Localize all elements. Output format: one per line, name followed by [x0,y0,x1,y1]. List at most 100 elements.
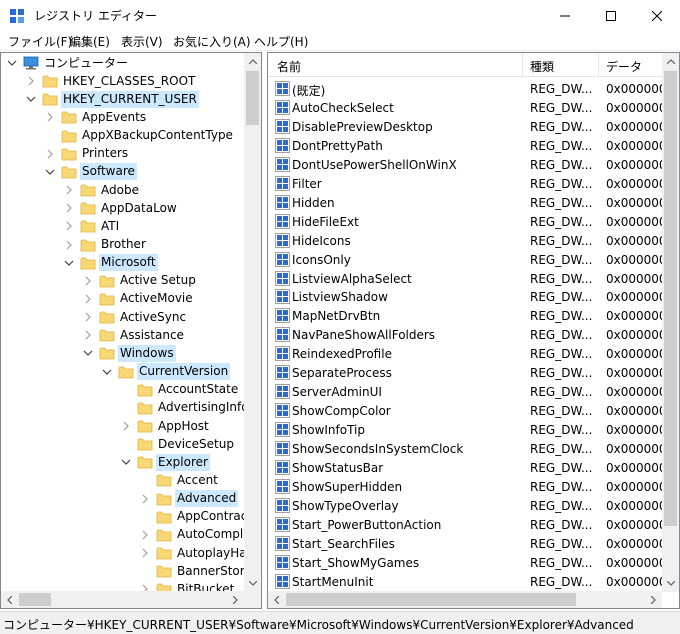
list-scroll-right-button[interactable] [645,591,662,608]
chevron-right-icon[interactable] [83,294,93,304]
tree-scroll-down-button[interactable] [244,575,261,592]
column-header-type[interactable]: 種類 [530,58,554,75]
value-row[interactable]: ServerAdminUI REG_DW... 0x0000000 [268,383,663,402]
value-row[interactable]: ShowStatusBar REG_DW... 0x0000000 [268,459,663,478]
minimize-button[interactable] [542,0,588,31]
chevron-down-icon[interactable] [45,167,55,177]
value-row[interactable]: DontUsePowerShellOnWinX REG_DW... 0x000000… [268,156,663,175]
value-row[interactable]: DontPrettyPath REG_DW... 0x0000000 [268,137,663,156]
list-scroll-left-button[interactable] [268,591,285,608]
tree-node[interactable]: AppContract [140,508,245,526]
tree-node[interactable]: CurrentVersion [102,363,231,381]
tree-vertical-scrollbar[interactable] [244,53,261,592]
value-row[interactable]: ShowTypeOverlay REG_DW... 0x0000000 [268,497,663,516]
value-row[interactable]: ShowCompColor REG_DW... 0x0000000 [268,402,663,421]
tree-hscroll-thumb[interactable] [19,593,51,606]
list-scroll-thumb[interactable] [664,71,677,526]
tree-node[interactable]: AppDataLow [64,199,179,217]
chevron-right-icon[interactable] [140,530,150,540]
chevron-right-icon[interactable] [83,276,93,286]
chevron-right-icon[interactable] [83,312,93,322]
tree-horizontal-scrollbar[interactable] [1,591,261,608]
tree-scroll-left-button[interactable] [1,591,18,608]
chevron-right-icon[interactable] [121,421,131,431]
column-header-name[interactable]: 名前 [277,58,301,75]
tree-node[interactable]: Adobe [64,181,141,199]
list-scroll-up-button[interactable] [662,53,679,70]
list-horizontal-scrollbar[interactable] [268,591,662,608]
value-row[interactable]: ReindexedProfile REG_DW... 0x0000000 [268,345,663,364]
tree-node[interactable]: BannerStore [140,562,245,580]
value-row[interactable]: StartMenuInit REG_DW... 0x0000000 [268,573,663,592]
tree-node[interactable]: ActiveSync [83,308,188,326]
menu-favorites[interactable]: お気に入り(A) [173,33,251,50]
tree-node[interactable]: Printers [45,145,130,163]
tree-node[interactable]: AppXBackupContentType [45,127,235,145]
value-row[interactable]: Start_ShowMyGames REG_DW... 0x0000000 [268,554,663,573]
column-header-data[interactable]: データ [606,58,642,75]
list-scroll-down-button[interactable] [662,575,679,592]
value-row[interactable]: DisablePreviewDesktop REG_DW... 0x0000000 [268,118,663,137]
value-row[interactable]: IconsOnly REG_DW... 0x0000000 [268,251,663,270]
chevron-right-icon[interactable] [64,221,74,231]
chevron-right-icon[interactable] [64,185,74,195]
value-row[interactable]: Filter REG_DW... 0x0000000 [268,175,663,194]
registry-tree-pane[interactable]: コンピューター HKEY_CLASSES_ROOT HKEY_CURRENT_USE… [0,52,262,609]
tree-node[interactable]: ATI [64,217,121,235]
tree-node[interactable]: AutoplayHar [140,544,245,562]
value-row[interactable]: MapNetDrvBtn REG_DW... 0x0000000 [268,307,663,326]
chevron-right-icon[interactable] [83,330,93,340]
maximize-button[interactable] [588,0,634,31]
value-row[interactable]: AutoCheckSelect REG_DW... 0x0000000 [268,99,663,118]
tree-node[interactable]: AppEvents [45,108,148,126]
tree-node[interactable]: AutoComple [140,526,245,544]
tree-node[interactable]: Assistance [83,326,186,344]
chevron-down-icon[interactable] [121,457,131,467]
tree-node[interactable]: Brother [64,236,148,254]
chevron-right-icon[interactable] [26,76,36,86]
registry-values-pane[interactable]: 名前 種類 データ (既定)REG_DW...0x0000000AutoChec… [267,52,680,609]
list-hscroll-thumb[interactable] [286,593,576,606]
tree-node[interactable]: Software [45,163,137,181]
value-row[interactable]: HideIcons REG_DW... 0x0000000 [268,232,663,251]
column-divider[interactable] [522,53,523,76]
chevron-right-icon[interactable] [45,149,55,159]
close-button[interactable] [634,0,680,31]
chevron-right-icon[interactable] [140,494,150,504]
tree-scroll-right-button[interactable] [227,591,244,608]
tree-node[interactable]: Microsoft [64,254,158,272]
tree-node[interactable]: Windows [83,344,176,362]
value-row[interactable]: Start_PowerButtonAction REG_DW... 0x000000… [268,516,663,535]
tree-node[interactable]: コンピューター [7,54,130,72]
value-row[interactable]: HideFileExt REG_DW... 0x0000000 [268,213,663,232]
tree-scroll-thumb[interactable] [246,71,259,125]
value-row[interactable]: ShowSuperHidden REG_DW... 0x0000000 [268,478,663,497]
tree-node[interactable]: AccountState [121,381,240,399]
chevron-right-icon[interactable] [140,548,150,558]
value-row[interactable]: Hidden REG_DW... 0x0000000 [268,194,663,213]
value-row[interactable]: (既定) REG_DW... 0x0000000 [268,80,663,99]
tree-node[interactable]: Accent [140,471,220,489]
tree-scroll-up-button[interactable] [244,53,261,70]
tree-node[interactable]: Advanced [140,490,239,508]
chevron-right-icon[interactable] [64,240,74,250]
tree-node[interactable]: AdvertisingInfo [121,399,245,417]
chevron-down-icon[interactable] [102,367,112,377]
list-vertical-scrollbar[interactable] [662,53,679,592]
value-row[interactable]: ShowInfoTip REG_DW... 0x0000000 [268,421,663,440]
menu-file[interactable]: ファイル(F) [8,33,72,50]
menu-edit[interactable]: 編集(E) [69,33,110,50]
value-row[interactable]: ListviewShadow REG_DW... 0x0000000 [268,288,663,307]
chevron-right-icon[interactable] [64,203,74,213]
tree-node[interactable]: AppHost [121,417,211,435]
tree-node[interactable]: ActiveMovie [83,290,195,308]
tree-node[interactable]: Active Setup [83,272,198,290]
title-bar[interactable]: レジストリ エディター [0,0,680,31]
chevron-right-icon[interactable] [45,112,55,122]
chevron-down-icon[interactable] [83,348,93,358]
value-row[interactable]: ListviewAlphaSelect REG_DW... 0x0000000 [268,270,663,289]
tree-node[interactable]: HKEY_CLASSES_ROOT [26,72,197,90]
column-divider[interactable] [598,53,599,76]
chevron-down-icon[interactable] [26,94,36,104]
chevron-down-icon[interactable] [64,258,74,268]
